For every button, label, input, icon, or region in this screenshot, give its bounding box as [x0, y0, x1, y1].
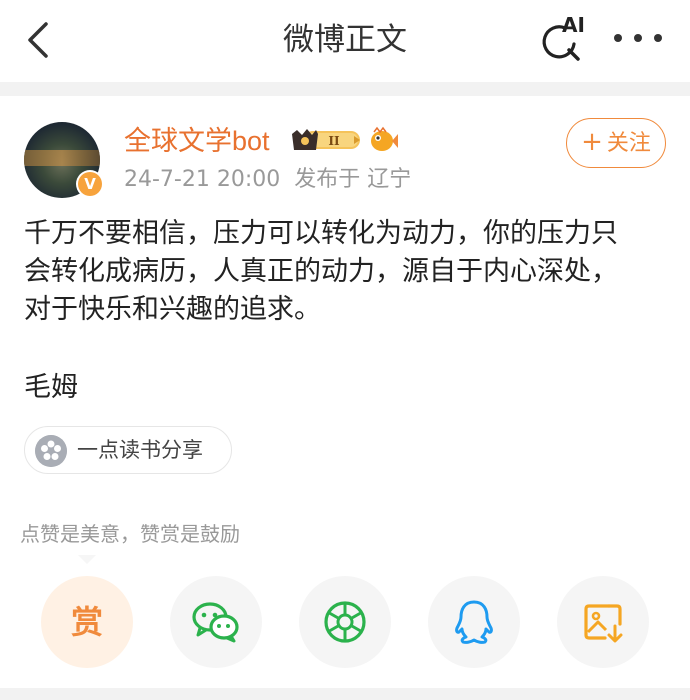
- section-divider: [0, 82, 690, 96]
- flower-icon: [35, 435, 67, 467]
- source-chip-label: 一点读书分享: [77, 438, 203, 462]
- more-options-icon[interactable]: [614, 28, 662, 48]
- share-wechat-button[interactable]: [170, 576, 262, 668]
- post-text-line: 会转化成病历，人真正的动力，源自于内心深处，: [24, 256, 618, 287]
- post-meta: 24-7-21 20:00 发布于 辽宁: [124, 166, 411, 194]
- ai-search-button[interactable]: AI: [538, 14, 590, 64]
- reward-tip: 点赞是美意，赞赏是鼓励: [20, 522, 240, 546]
- post-signature: 毛姆: [24, 372, 78, 403]
- post-text-line: 千万不要相信，压力可以转化为动力，你的压力只: [24, 218, 618, 249]
- tip-pointer: [78, 555, 96, 564]
- share-moments-button[interactable]: [299, 576, 391, 668]
- follow-label: 关注: [606, 131, 651, 156]
- reward-label: 赏: [70, 603, 103, 641]
- bottom-divider: [0, 688, 690, 700]
- share-qq-button[interactable]: [428, 576, 520, 668]
- post-body: 千万不要相信，压力可以转化为动力，你的压力只 会转化成病历，人真正的动力，源自于…: [24, 215, 664, 329]
- save-image-button[interactable]: [557, 576, 649, 668]
- reward-button[interactable]: 赏: [41, 576, 133, 668]
- author-name[interactable]: 全球文学bot: [124, 124, 270, 158]
- post-time: 24-7-21 20:00: [124, 167, 281, 192]
- follow-button[interactable]: + 关注: [566, 118, 666, 168]
- top-navbar: 微博正文 AI: [0, 0, 690, 82]
- plus-icon: +: [581, 127, 603, 157]
- save-image-icon: [584, 604, 623, 643]
- member-crown-badge-icon: II: [292, 129, 360, 150]
- member-level-text: II: [328, 134, 340, 148]
- post-location: 发布于 辽宁: [294, 167, 412, 192]
- wechat-moments-icon: [324, 601, 366, 643]
- qq-icon: [455, 600, 493, 644]
- source-chip[interactable]: 一点读书分享: [24, 426, 232, 474]
- post-text-line: 对于快乐和兴趣的追求。: [24, 294, 321, 325]
- verified-badge-icon: V: [76, 170, 104, 198]
- ai-label: AI: [562, 13, 585, 37]
- wechat-icon: [192, 602, 239, 643]
- fish-emoji-icon: [371, 126, 398, 151]
